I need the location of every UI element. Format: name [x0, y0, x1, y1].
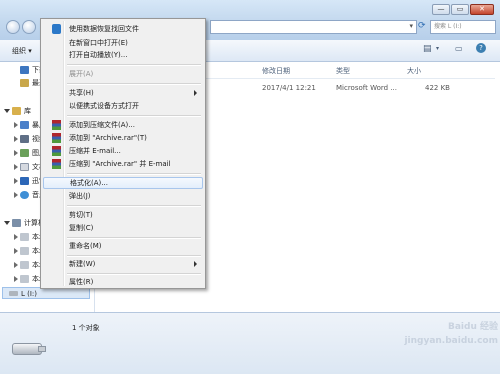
menu-item-eject[interactable]: 弹出(J)	[43, 190, 203, 202]
menu-item-new[interactable]: 新建(W)	[43, 258, 203, 270]
recovery-icon	[52, 24, 61, 34]
hard-drive-icon	[20, 261, 29, 269]
usb-drive-large-icon	[12, 337, 46, 357]
table-row[interactable]: 2017/4/1 12:21 Microsoft Word ... 422 KB	[205, 82, 495, 94]
menu-separator	[67, 237, 201, 239]
menu-separator	[67, 173, 201, 175]
winrar-icon	[52, 159, 61, 169]
column-header-type[interactable]: 类型	[336, 66, 350, 76]
menu-item-properties[interactable]: 属性(R)	[43, 276, 203, 288]
menu-item-compress-email[interactable]: 压缩并 E-mail...	[43, 145, 203, 157]
column-header-size[interactable]: 大小	[407, 66, 421, 76]
menu-separator	[67, 115, 201, 117]
menu-item-open-new-window[interactable]: 在新窗口中打开(E)	[43, 37, 203, 49]
preview-pane-icon[interactable]: ▭	[455, 44, 463, 53]
forward-button[interactable]	[22, 20, 36, 34]
refresh-icon[interactable]: ⟳	[418, 21, 426, 31]
computer-icon	[12, 219, 21, 227]
menu-item-share[interactable]: 共享(H)	[43, 87, 203, 99]
menu-item-compress-rar-email[interactable]: 压缩到 "Archive.rar" 并 E-mail	[43, 158, 203, 170]
thunder-icon	[20, 177, 29, 185]
sidebar-item-library[interactable]: 库	[4, 105, 31, 117]
menu-item-open-portable[interactable]: 以便携式设备方式打开	[43, 100, 203, 112]
expand-icon[interactable]	[14, 122, 18, 128]
winrar-icon	[52, 133, 61, 143]
search-input[interactable]: 搜索 L (I:)	[430, 20, 496, 34]
hard-drive-icon	[20, 233, 29, 241]
menu-item-recover-data[interactable]: 使用数据恢复找回文件	[43, 23, 203, 35]
address-bar[interactable]: ▾	[210, 20, 417, 34]
menu-separator	[67, 64, 201, 66]
video-library-icon	[20, 121, 29, 129]
document-icon	[20, 163, 29, 171]
column-header-date[interactable]: 修改日期	[262, 66, 290, 76]
view-options-icon[interactable]: ▤	[423, 44, 432, 54]
menu-separator	[67, 83, 201, 85]
expand-icon[interactable]	[4, 109, 10, 113]
expand-icon[interactable]	[14, 164, 18, 170]
status-object-count: 1 个对象	[72, 324, 100, 332]
menu-item-copy[interactable]: 复制(C)	[43, 222, 203, 234]
menu-item-add-to-archive[interactable]: 添加到压缩文件(A)...	[43, 119, 203, 131]
menu-item-format[interactable]: 格式化(A)...	[43, 177, 203, 189]
back-button[interactable]	[6, 20, 20, 34]
menu-item-cut[interactable]: 剪切(T)	[43, 209, 203, 221]
picture-icon	[20, 149, 29, 157]
library-icon	[12, 107, 21, 115]
expand-icon[interactable]	[14, 150, 18, 156]
context-menu: 使用数据恢复找回文件 在新窗口中打开(E) 打开自动播放(Y)... 展开(A)…	[40, 18, 206, 289]
file-size: 422 KB	[425, 84, 450, 92]
menu-separator	[67, 255, 201, 257]
winrar-icon	[52, 120, 61, 130]
usb-drive-icon	[9, 291, 18, 296]
close-button[interactable]: ✕	[470, 4, 494, 15]
minimize-button[interactable]: —	[432, 4, 450, 15]
expand-icon[interactable]	[14, 262, 18, 268]
menu-separator	[67, 273, 201, 275]
file-date: 2017/4/1 12:21	[262, 84, 316, 92]
expand-icon[interactable]	[14, 234, 18, 240]
hard-drive-icon	[20, 247, 29, 255]
menu-item-autoplay[interactable]: 打开自动播放(Y)...	[43, 49, 203, 61]
menu-item-expand: 展开(A)	[69, 70, 94, 78]
view-dropdown-icon[interactable]: ▾	[436, 45, 439, 52]
download-icon	[20, 66, 29, 74]
music-icon	[20, 191, 29, 199]
chevron-down-icon[interactable]: ▾	[409, 22, 413, 30]
watermark: Baidu 经验 jingyan.baidu.com	[404, 322, 498, 346]
video-icon	[20, 135, 29, 143]
submenu-arrow-icon	[194, 261, 197, 267]
help-icon[interactable]: ?	[476, 43, 486, 53]
winrar-icon	[52, 146, 61, 156]
menu-item-add-to-archive-rar[interactable]: 添加到 "Archive.rar"(T)	[43, 132, 203, 144]
submenu-arrow-icon	[194, 90, 197, 96]
expand-icon[interactable]	[14, 136, 18, 142]
organize-button[interactable]: 组织 ▾	[12, 46, 32, 56]
menu-item-rename[interactable]: 重命名(M)	[43, 240, 203, 252]
menu-separator	[67, 205, 201, 207]
recent-icon	[20, 79, 29, 87]
expand-icon[interactable]	[4, 221, 10, 225]
header-divider	[205, 78, 495, 79]
expand-icon[interactable]	[14, 192, 18, 198]
hard-drive-icon	[20, 275, 29, 283]
maximize-button[interactable]: ▭	[451, 4, 469, 15]
sidebar-item-computer[interactable]: 计算机	[4, 217, 45, 229]
expand-icon[interactable]	[14, 276, 18, 282]
expand-icon[interactable]	[14, 248, 18, 254]
expand-icon[interactable]	[14, 178, 18, 184]
file-type: Microsoft Word ...	[336, 84, 397, 92]
